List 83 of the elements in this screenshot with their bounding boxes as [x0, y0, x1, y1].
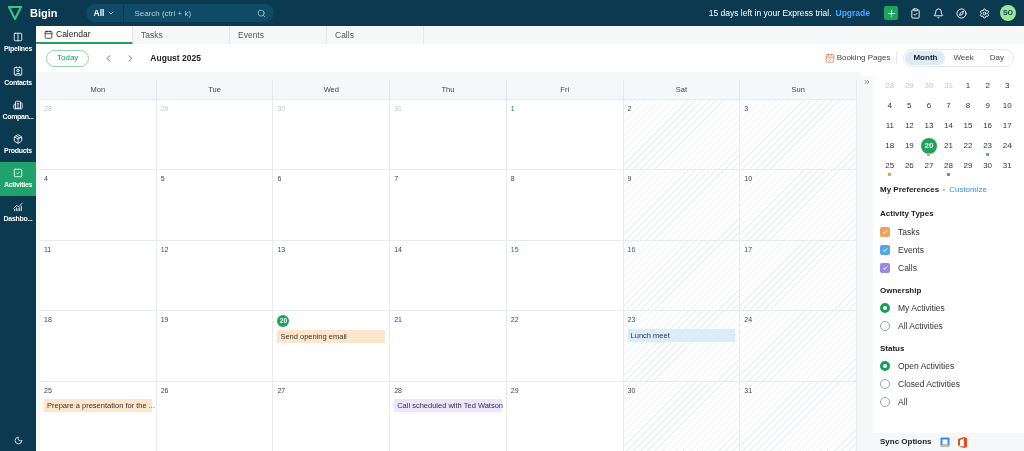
mini-day[interactable]: 12: [901, 118, 918, 134]
calendar-app-icon[interactable]: [939, 437, 950, 447]
trial-message: 15 days left in your Express trial.: [708, 6, 832, 20]
checkbox[interactable]: [880, 227, 890, 237]
group-title: Activity Types: [880, 208, 935, 220]
tab[interactable]: Calendar: [36, 26, 133, 44]
radio-button[interactable]: [880, 303, 890, 313]
customize-link[interactable]: Customize: [949, 184, 987, 196]
upgrade-link[interactable]: Upgrade: [835, 6, 870, 20]
nav-icon: [13, 201, 23, 212]
mini-day[interactable]: 15: [960, 118, 977, 134]
mini-day[interactable]: 13: [920, 118, 937, 134]
collapse-icon[interactable]: [863, 78, 871, 86]
mini-day[interactable]: 29: [960, 158, 977, 174]
checkbox[interactable]: [880, 263, 890, 273]
check-icon: [882, 247, 888, 253]
nav-icon: [13, 31, 23, 42]
search-icon: [256, 8, 266, 18]
mini-day[interactable]: 1: [960, 78, 977, 94]
mini-day[interactable]: 7: [940, 98, 957, 114]
logo-icon: [8, 6, 22, 20]
caret-icon: [107, 9, 116, 17]
view-option[interactable]: Month: [905, 51, 946, 65]
checkbox[interactable]: [880, 245, 890, 255]
radio-label: All: [898, 395, 908, 409]
nav-icon: [13, 167, 23, 178]
check-icon: [882, 265, 888, 271]
sync-bar: Sync Options: [873, 433, 1024, 451]
mini-day[interactable]: 17: [999, 118, 1016, 134]
nav-icon: [13, 133, 23, 144]
period-title: August 2025: [150, 51, 201, 65]
booking-pages-button[interactable]: Booking Pages: [836, 52, 898, 64]
add-button[interactable]: [884, 6, 898, 20]
checkbox-label: Events: [898, 243, 924, 257]
booking-icon: [824, 53, 835, 63]
calendar-icon: [44, 29, 53, 39]
mini-day[interactable]: 8: [960, 98, 977, 114]
section-title: My Preferences: [880, 184, 940, 196]
mini-day[interactable]: 5: [901, 98, 918, 114]
settings-icon[interactable]: [979, 7, 990, 19]
radio-button[interactable]: [880, 361, 890, 371]
office-app-icon[interactable]: [957, 436, 967, 448]
mini-day[interactable]: 4: [881, 98, 898, 114]
mini-day[interactable]: 9: [979, 98, 996, 114]
scope-dropdown[interactable]: All: [85, 4, 125, 22]
nav-icon: [13, 65, 23, 76]
checkbox-label: Tasks: [898, 225, 920, 239]
radio-label: My Activities: [898, 301, 945, 315]
view-option[interactable]: Week: [945, 51, 982, 65]
radio-label: All Activities: [898, 319, 943, 333]
mini-day[interactable]: 10: [999, 98, 1016, 114]
mini-day[interactable]: 6: [920, 98, 937, 114]
group-title: Ownership: [880, 285, 923, 297]
mini-day[interactable]: 22: [960, 138, 977, 154]
radio-label: Closed Activities: [898, 377, 960, 391]
check-icon: [882, 229, 888, 235]
mini-day[interactable]: 16: [979, 118, 996, 134]
group-title: Status: [880, 343, 906, 355]
checkbox-label: Calls: [898, 261, 917, 275]
mini-day[interactable]: 11: [881, 118, 898, 134]
mini-day[interactable]: 14: [940, 118, 957, 134]
task-icon[interactable]: [910, 7, 921, 19]
mini-day[interactable]: 31: [999, 158, 1016, 174]
mini-day[interactable]: 23: [979, 138, 996, 154]
mini-day[interactable]: 28: [940, 158, 957, 174]
bell-icon[interactable]: [933, 7, 944, 19]
search-field[interactable]: Search (ctrl + k): [124, 4, 274, 22]
mini-day[interactable]: 21: [940, 138, 957, 154]
mini-day[interactable]: 30: [979, 158, 996, 174]
compass-icon[interactable]: [956, 7, 967, 19]
moon-icon[interactable]: [13, 436, 23, 445]
mini-day[interactable]: 19: [901, 138, 918, 154]
mini-day[interactable]: 24: [999, 138, 1016, 154]
mini-day[interactable]: 2: [979, 78, 996, 94]
view-option[interactable]: Day: [981, 51, 1012, 65]
radio-label: Open Activities: [898, 359, 955, 373]
mini-day[interactable]: 25: [881, 158, 898, 174]
mini-day[interactable]: 27: [920, 158, 937, 174]
mini-day[interactable]: 18: [881, 138, 898, 154]
app-name: Bigin: [30, 5, 58, 21]
mini-day[interactable]: 26: [901, 158, 918, 174]
mini-day[interactable]: 3: [999, 78, 1016, 94]
nav-icon: [13, 99, 23, 110]
